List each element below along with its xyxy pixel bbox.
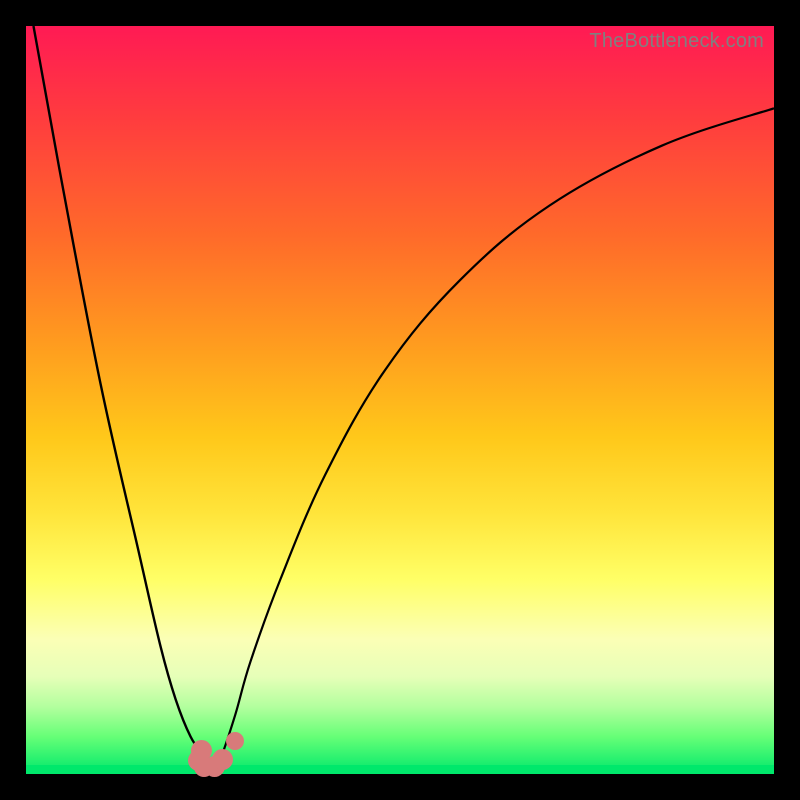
curve-left <box>33 26 213 774</box>
baseline-strip <box>26 765 774 774</box>
chart-frame: TheBottleneck.com <box>0 0 800 800</box>
chart-curves <box>26 26 774 774</box>
data-marker <box>212 749 233 770</box>
chart-plot-area: TheBottleneck.com <box>26 26 774 774</box>
curve-right <box>213 108 774 774</box>
